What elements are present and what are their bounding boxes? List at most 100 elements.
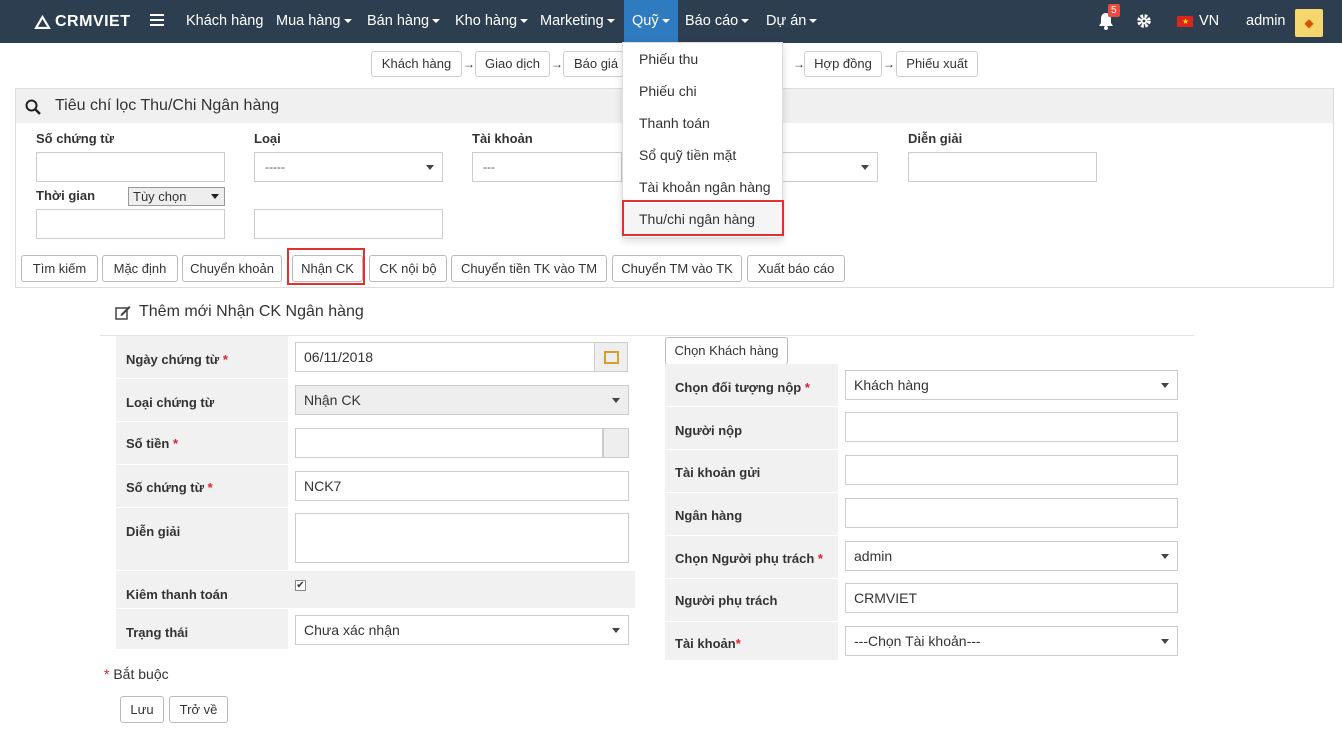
tai-khoan-select[interactable]: ---Chọn Tài khoản--- bbox=[845, 626, 1178, 656]
xuat-bao-cao-button[interactable]: Xuất báo cáo bbox=[747, 255, 845, 282]
highlight-thu-chi-ngan-hang bbox=[622, 200, 784, 236]
hamburger-menu-icon[interactable] bbox=[150, 14, 164, 26]
chevron-down-icon bbox=[343, 19, 352, 24]
thoi-gian-option-select[interactable]: Tùy chọn bbox=[128, 187, 225, 206]
ngay-chung-tu-label: Ngày chứng từ * bbox=[116, 336, 288, 378]
kiem-thanh-toan-row: Kiêm thanh toán bbox=[116, 571, 635, 608]
vietnam-flag-icon: ★ bbox=[1177, 15, 1193, 27]
search-button[interactable]: Tìm kiếm bbox=[21, 255, 98, 282]
ngan-hang-input[interactable] bbox=[845, 498, 1178, 528]
arrow-right-icon: → bbox=[551, 57, 563, 71]
so-chung-tu-filter-input[interactable] bbox=[36, 152, 225, 182]
back-button[interactable]: Trở về bbox=[169, 696, 228, 723]
arrow-right-icon: → bbox=[883, 57, 895, 71]
nguoi-nop-label: Người nộp bbox=[665, 407, 838, 449]
chevron-down-icon bbox=[606, 19, 615, 24]
tai-khoan-gui-label: Tài khoản gửi bbox=[665, 450, 838, 492]
loai-filter-select[interactable]: ----- bbox=[254, 152, 443, 182]
edit-icon bbox=[115, 305, 131, 320]
breadcrumb-khach-hang[interactable]: Khách hàng bbox=[371, 51, 462, 77]
required-note: * Bắt buộc bbox=[104, 666, 169, 682]
dien-giai-label: Diễn giải bbox=[908, 131, 963, 146]
nguoi-phu-trach-input[interactable]: CRMVIET bbox=[845, 583, 1178, 613]
calendar-icon bbox=[604, 351, 619, 364]
tai-khoan-label: Tài khoản bbox=[472, 131, 533, 146]
chuyen-tien-tk-vao-tm-button[interactable]: Chuyển tiền TK vào TM bbox=[451, 255, 607, 282]
language-switch[interactable]: ★ VN bbox=[1177, 0, 1219, 43]
chuyen-tm-vao-tk-button[interactable]: Chuyển TM vào TK bbox=[612, 255, 742, 282]
so-chung-tu-form-label: Số chứng từ * bbox=[116, 465, 288, 507]
from-date-input[interactable] bbox=[36, 209, 225, 239]
thoi-gian-label: Thời gian bbox=[36, 188, 96, 203]
filter-title: Tiêu chí lọc Thu/Chi Ngân hàng bbox=[55, 97, 280, 114]
nav-item-du-an[interactable]: Dự án bbox=[766, 0, 818, 43]
breadcrumb-bao-gia[interactable]: Báo giá bbox=[563, 51, 629, 77]
to-date-input[interactable] bbox=[254, 209, 443, 239]
so-chung-tu-input[interactable]: NCK7 bbox=[295, 471, 629, 501]
so-chung-tu-label: Số chứng từ bbox=[36, 131, 115, 146]
menu-item-tai-khoan-ngan-hang[interactable]: Tài khoản ngân hàng bbox=[623, 171, 782, 203]
tai-khoan-filter-select[interactable]: --- bbox=[472, 152, 622, 182]
doi-tuong-nop-select[interactable]: Khách hàng bbox=[845, 370, 1178, 400]
dien-giai-textarea[interactable] bbox=[295, 513, 629, 563]
nguoi-phu-trach-select[interactable]: admin bbox=[845, 541, 1178, 571]
nguoi-phu-trach-label: Người phụ trách bbox=[665, 579, 838, 621]
breadcrumb-hop-dong[interactable]: Hợp đồng bbox=[804, 51, 882, 77]
nav-item-mua-hang[interactable]: Mua hàng bbox=[276, 0, 352, 43]
menu-item-phieu-thu[interactable]: Phiếu thu bbox=[623, 43, 782, 75]
chon-khach-hang-button[interactable]: Chọn Khách hàng bbox=[665, 337, 788, 365]
trang-thai-label: Trạng thái bbox=[116, 609, 288, 649]
loai-chung-tu-select[interactable]: Nhận CK bbox=[295, 385, 629, 415]
nav-item-quy[interactable]: Quỹ bbox=[624, 0, 678, 43]
ck-noi-bo-button[interactable]: CK nội bộ bbox=[369, 255, 447, 282]
menu-item-so-quy-tien-mat[interactable]: Sổ quỹ tiền mặt bbox=[623, 139, 782, 171]
so-tien-label: Số tiền * bbox=[116, 422, 288, 464]
nav-item-marketing[interactable]: Marketing bbox=[540, 0, 615, 43]
loai-chung-tu-label: Loại chứng từ bbox=[116, 379, 288, 421]
brand-name: CRMVIET bbox=[55, 13, 131, 30]
user-menu[interactable]: admin bbox=[1246, 0, 1286, 43]
kiem-thanh-toan-checkbox[interactable]: ✔ bbox=[295, 580, 306, 591]
notification-badge: 5 bbox=[1108, 4, 1120, 17]
menu-item-thanh-toan[interactable]: Thanh toán bbox=[623, 107, 782, 139]
save-button[interactable]: Lưu bbox=[120, 696, 164, 723]
chuyen-khoan-button[interactable]: Chuyển khoản bbox=[182, 255, 282, 282]
top-navbar: CRMVIET Khách hàng Mua hàng Bán hàng Kho… bbox=[0, 0, 1342, 43]
nguoi-nop-input[interactable] bbox=[845, 412, 1178, 442]
form-title: Thêm mới Nhận CK Ngân hàng bbox=[115, 303, 364, 321]
ngan-hang-label: Ngân hàng bbox=[665, 493, 838, 535]
settings[interactable] bbox=[1136, 0, 1152, 43]
nav-item-bao-cao[interactable]: Báo cáo bbox=[685, 0, 750, 43]
breadcrumb-phieu-xuat[interactable]: Phiếu xuất bbox=[896, 51, 978, 77]
nav-item-khach-hang[interactable]: Khách hàng bbox=[186, 0, 263, 43]
search-icon bbox=[25, 99, 41, 115]
so-tien-addon bbox=[603, 428, 629, 458]
menu-item-phieu-chi[interactable]: Phiếu chi bbox=[623, 75, 782, 107]
brand-logo[interactable]: CRMVIET bbox=[34, 12, 131, 32]
trang-thai-select[interactable]: Chưa xác nhận bbox=[295, 615, 629, 645]
chevron-down-icon bbox=[661, 19, 670, 24]
nav-item-kho-hang[interactable]: Kho hàng bbox=[455, 0, 529, 43]
cloud-icon bbox=[34, 15, 51, 29]
loai-label: Loại bbox=[254, 131, 281, 146]
tai-khoan-gui-input[interactable] bbox=[845, 455, 1178, 485]
breadcrumb-giao-dich[interactable]: Giao dịch bbox=[475, 51, 550, 77]
nguoi-phu-trach-select-label: Chọn Người phụ trách * bbox=[665, 536, 838, 578]
chevron-down-icon bbox=[432, 19, 441, 24]
tai-khoan-form-label: Tài khoản* bbox=[665, 622, 838, 660]
highlight-nhan-ck bbox=[287, 248, 365, 285]
ngay-chung-tu-input[interactable]: 06/11/2018 bbox=[295, 342, 595, 372]
default-button[interactable]: Mặc định bbox=[102, 255, 178, 282]
chevron-down-icon bbox=[809, 19, 818, 24]
nav-item-ban-hang[interactable]: Bán hàng bbox=[367, 0, 441, 43]
avatar[interactable]: ◆ bbox=[1295, 9, 1323, 37]
dien-giai-form-label: Diễn giải bbox=[116, 508, 288, 570]
chevron-down-icon bbox=[520, 19, 529, 24]
filter-select-hidden[interactable] bbox=[782, 152, 878, 182]
doi-tuong-nop-label: Chọn đối tượng nộp * bbox=[665, 364, 838, 406]
gear-icon bbox=[1137, 14, 1151, 28]
so-tien-input[interactable] bbox=[295, 428, 603, 458]
dien-giai-filter-input[interactable] bbox=[908, 152, 1097, 182]
calendar-button[interactable] bbox=[594, 342, 628, 372]
chevron-down-icon bbox=[741, 19, 750, 24]
